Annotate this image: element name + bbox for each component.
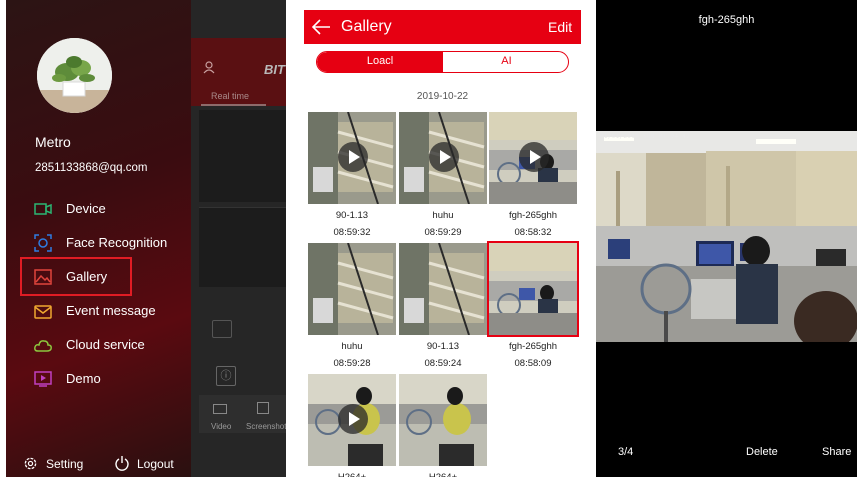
thumbnail-name: huhu [341,341,363,352]
menu-item-event-message[interactable]: Event message [20,294,188,328]
dimmed-app-brand: BIT [264,62,285,77]
image-counter: 3/4 [618,446,634,458]
info-icon: ⓘ [216,366,236,386]
logout-button[interactable]: Logout [114,454,194,474]
thumbnail-time: 08:59:24 [424,358,462,369]
dimmed-screenshot-label: Screenshot [246,422,286,431]
edit-button[interactable]: Edit [548,19,572,35]
selected-menu-highlight [20,257,132,296]
thumbnail-image [399,374,487,466]
camera-icon [34,203,52,215]
thumbnail-name: 90-1.13 [426,341,460,352]
timestamp-overlay: 01/01/2019 SUN 01:04:42 [600,133,690,140]
full-image[interactable]: 01/01/2019 SUN 01:04:42 [596,131,857,342]
gallery-header: Gallery Edit [304,10,581,44]
menu-item-label: Cloud service [66,337,145,352]
page-title: Gallery [341,18,392,35]
side-drawer-screen: BIT Real time ⓘ Video Screenshot Metro 2… [6,0,286,477]
gallery-thumbnail[interactable] [308,374,396,466]
date-header: 2019-10-22 [416,91,469,102]
tab-local[interactable]: Loacl [317,52,443,72]
dimmed-video-view [199,207,286,287]
source-segmented-control: Loacl AI [316,51,569,73]
thumbnail-name: fgh-265ghh [508,210,558,221]
dimmed-tab-indicator [201,104,266,106]
thumbnail-image [308,243,396,335]
dimmed-video-label: Video [211,422,232,431]
message-icon [34,305,52,319]
gallery-thumbnail[interactable] [489,112,577,204]
thumbnail-image [489,243,577,335]
gallery-screen: Gallery Edit Loacl AI 2019-10-22 90-1.13… [304,0,581,477]
menu-item-device[interactable]: Device [20,192,188,226]
viewer-title: fgh-265ghh [698,14,755,26]
play-screen-icon [34,371,52,387]
gallery-thumbnail[interactable] [487,241,579,337]
setting-button[interactable]: Setting [23,454,93,474]
avatar[interactable] [37,38,112,113]
username: Metro [35,134,71,150]
thumbnail-name: H264+ [308,472,396,477]
thumbnail-name: 90-1.13 [335,210,369,221]
play-icon[interactable] [429,142,459,172]
play-icon[interactable] [338,404,368,434]
gallery-thumbnail[interactable] [308,243,396,335]
play-icon[interactable] [519,142,549,172]
face-scan-icon [34,234,52,252]
folder-icon [212,320,232,338]
logout-label: Logout [137,457,174,471]
thumbnail-time: 08:58:09 [514,358,552,369]
thumbnail-image [399,243,487,335]
gallery-thumbnail[interactable] [399,374,487,466]
thumbnail-name: fgh-265ghh [508,341,558,352]
menu-item-face-recognition[interactable]: Face Recognition [20,226,188,260]
thumbnail-time: 08:58:32 [514,227,552,238]
thumbnail-time: 08:59:28 [333,358,371,369]
media-viewer-screen: fgh-265ghh 01/01/2019 SUN 01:04:42 3/4 D… [596,0,857,477]
thumbnail-name: huhu [432,210,454,221]
person-icon [203,61,215,74]
menu-item-label: Demo [66,371,101,386]
thumbnail-time: 08:59:32 [333,227,371,238]
thumbnail-time: 08:59:29 [424,227,462,238]
menu-item-label: Face Recognition [66,235,168,250]
power-icon [115,456,129,471]
setting-label: Setting [46,457,84,471]
share-button[interactable]: Share [822,446,851,458]
delete-button[interactable]: Delete [746,446,778,458]
dimmed-tab-real-time: Real time [211,91,250,101]
gallery-thumbnail[interactable] [399,243,487,335]
play-icon[interactable] [338,142,368,172]
thumbnail-name: H264+ [399,472,487,477]
gallery-thumbnail[interactable] [399,112,487,204]
menu-item-label: Event message [66,303,156,318]
plant-photo [37,38,112,113]
office-scene [596,131,857,342]
tab-ai[interactable]: AI [443,52,568,72]
dimmed-video-view [199,110,286,202]
menu-item-cloud-service[interactable]: Cloud service [20,328,188,362]
gear-icon [24,457,37,470]
back-arrow-icon[interactable] [310,17,332,37]
menu-item-demo[interactable]: Demo [20,362,188,396]
user-email: 2851133868@qq.com [35,162,148,174]
cloud-icon [34,340,52,352]
menu-item-label: Device [66,201,106,216]
gallery-thumbnail[interactable] [308,112,396,204]
screenshot-icon [257,402,269,414]
video-icon [213,404,227,414]
